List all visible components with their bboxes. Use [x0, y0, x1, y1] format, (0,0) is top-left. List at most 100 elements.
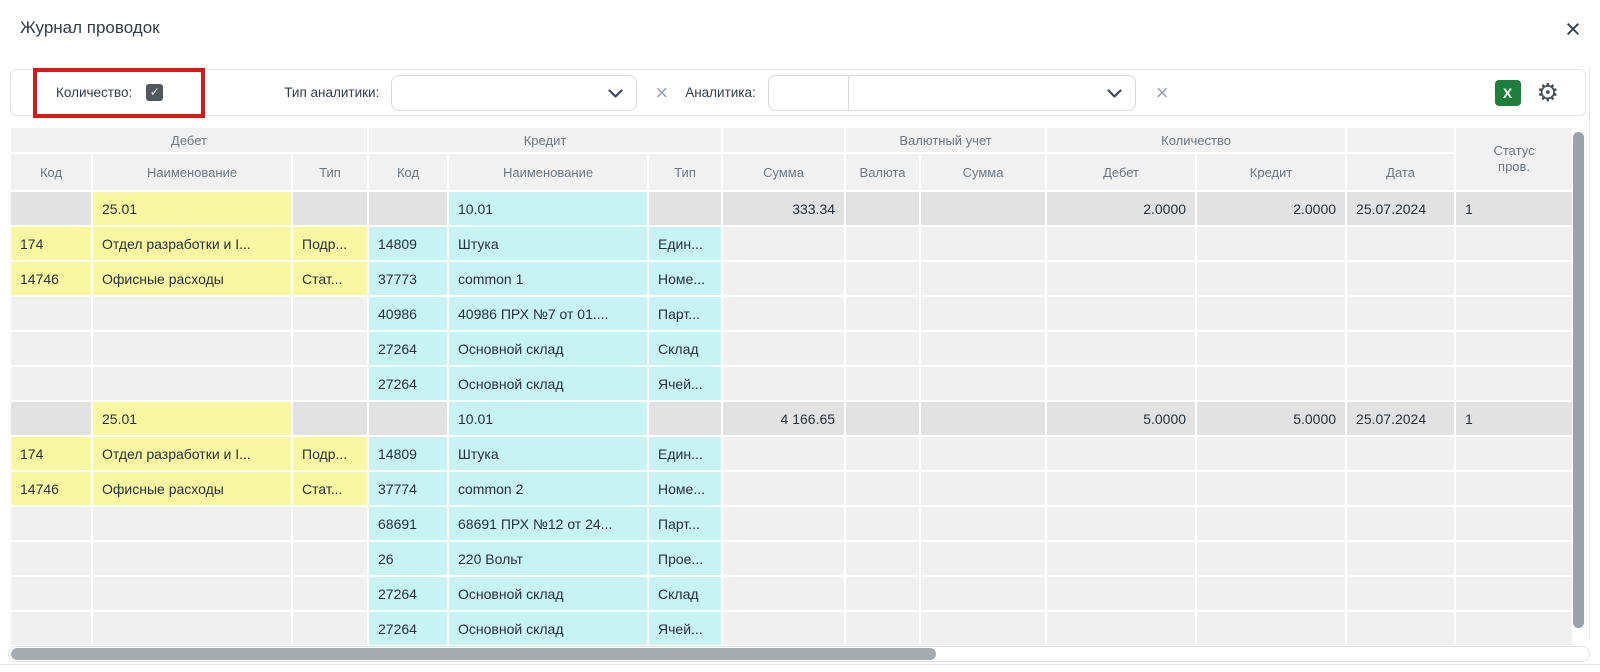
cell[interactable] — [920, 226, 1046, 261]
cell[interactable]: Подр... — [292, 436, 368, 471]
cell[interactable]: 68691 ПРХ №12 от 24... — [448, 506, 648, 541]
cell[interactable] — [10, 191, 92, 226]
cell[interactable]: 25.07.2024 — [1346, 191, 1455, 226]
cell[interactable]: Основной склад — [448, 611, 648, 646]
cell[interactable] — [10, 506, 92, 541]
cell[interactable]: 14809 — [368, 436, 448, 471]
cell[interactable] — [1346, 436, 1455, 471]
cell[interactable]: Парт... — [648, 296, 722, 331]
cell[interactable]: 25.01 — [92, 191, 292, 226]
cell[interactable] — [722, 296, 845, 331]
cell[interactable] — [92, 506, 292, 541]
cell[interactable]: common 1 — [448, 261, 648, 296]
cell[interactable]: Склад — [648, 331, 722, 366]
cell[interactable]: Основной склад — [448, 366, 648, 401]
cell[interactable] — [1196, 506, 1346, 541]
cell[interactable]: 25.07.2024 — [1346, 401, 1455, 436]
cell[interactable] — [920, 541, 1046, 576]
cell[interactable]: 10.01 — [448, 401, 648, 436]
cell[interactable] — [292, 296, 368, 331]
cell[interactable] — [845, 576, 920, 611]
cell[interactable] — [845, 541, 920, 576]
cell[interactable] — [920, 401, 1046, 436]
cell[interactable]: 2.0000 — [1196, 191, 1346, 226]
cell[interactable] — [92, 296, 292, 331]
cell[interactable] — [10, 541, 92, 576]
cell[interactable] — [292, 331, 368, 366]
cell[interactable]: Стат... — [292, 471, 368, 506]
cell[interactable] — [722, 366, 845, 401]
cell[interactable] — [920, 471, 1046, 506]
cell[interactable] — [648, 191, 722, 226]
cell[interactable] — [1346, 541, 1455, 576]
cell[interactable] — [292, 576, 368, 611]
cell[interactable]: Офисные расходы — [92, 261, 292, 296]
cell[interactable] — [10, 366, 92, 401]
cell[interactable] — [1046, 506, 1196, 541]
cell[interactable] — [92, 541, 292, 576]
table-row[interactable]: 25.0110.014 166.655.00005.000025.07.2024… — [10, 401, 1573, 436]
cell[interactable] — [92, 576, 292, 611]
cell[interactable]: Прое... — [648, 541, 722, 576]
cell[interactable] — [292, 366, 368, 401]
table-row[interactable]: 6869168691 ПРХ №12 от 24...Парт... — [10, 506, 1573, 541]
cell[interactable]: common 2 — [448, 471, 648, 506]
cell[interactable] — [1346, 331, 1455, 366]
cell[interactable] — [1196, 541, 1346, 576]
cell[interactable] — [845, 401, 920, 436]
cell[interactable]: 333.34 — [722, 191, 845, 226]
cell[interactable] — [1196, 471, 1346, 506]
cell[interactable] — [1455, 471, 1573, 506]
cell[interactable] — [368, 401, 448, 436]
cell[interactable] — [1196, 611, 1346, 646]
cell[interactable] — [845, 366, 920, 401]
cell[interactable] — [920, 261, 1046, 296]
cell[interactable]: Основной склад — [448, 576, 648, 611]
cell[interactable]: Ячей... — [648, 366, 722, 401]
table-row[interactable]: 27264Основной складЯчей... — [10, 366, 1573, 401]
cell[interactable] — [920, 576, 1046, 611]
cell[interactable] — [292, 611, 368, 646]
cell[interactable] — [920, 436, 1046, 471]
cell[interactable]: Един... — [648, 226, 722, 261]
cell[interactable]: Номе... — [648, 261, 722, 296]
cell[interactable] — [722, 261, 845, 296]
cell[interactable] — [722, 226, 845, 261]
cell[interactable] — [722, 471, 845, 506]
cell[interactable] — [292, 191, 368, 226]
cell[interactable] — [1046, 296, 1196, 331]
cell[interactable] — [292, 401, 368, 436]
cell[interactable] — [1046, 541, 1196, 576]
cell[interactable] — [1346, 261, 1455, 296]
cell[interactable]: 27264 — [368, 576, 448, 611]
cell[interactable]: Основной склад — [448, 331, 648, 366]
cell[interactable] — [722, 506, 845, 541]
cell[interactable]: 27264 — [368, 331, 448, 366]
cell[interactable] — [1455, 296, 1573, 331]
cell[interactable] — [1046, 576, 1196, 611]
cell[interactable] — [92, 611, 292, 646]
cell[interactable]: Ячей... — [648, 611, 722, 646]
cell[interactable]: 26 — [368, 541, 448, 576]
cell[interactable]: 4 166.65 — [722, 401, 845, 436]
cell[interactable] — [1455, 576, 1573, 611]
cell[interactable] — [1046, 331, 1196, 366]
cell[interactable]: 5.0000 — [1046, 401, 1196, 436]
cell[interactable] — [92, 366, 292, 401]
table-row[interactable]: 174Отдел разработки и I...Подр...14809Шт… — [10, 436, 1573, 471]
cell[interactable]: 37773 — [368, 261, 448, 296]
cell[interactable]: 40986 ПРХ №7 от 01.... — [448, 296, 648, 331]
cell[interactable]: Парт... — [648, 506, 722, 541]
cell[interactable]: Отдел разработки и I... — [92, 226, 292, 261]
cell[interactable] — [10, 401, 92, 436]
cell[interactable]: Номе... — [648, 471, 722, 506]
analytics-type-select[interactable] — [391, 75, 637, 111]
cell[interactable] — [845, 471, 920, 506]
close-icon[interactable]: × — [1556, 12, 1590, 46]
cell[interactable]: 27264 — [368, 366, 448, 401]
cell[interactable]: Един... — [648, 436, 722, 471]
cell[interactable] — [1346, 611, 1455, 646]
cell[interactable] — [845, 191, 920, 226]
cell[interactable]: 1 — [1455, 191, 1573, 226]
horizontal-scrollbar-track[interactable] — [8, 646, 1590, 662]
